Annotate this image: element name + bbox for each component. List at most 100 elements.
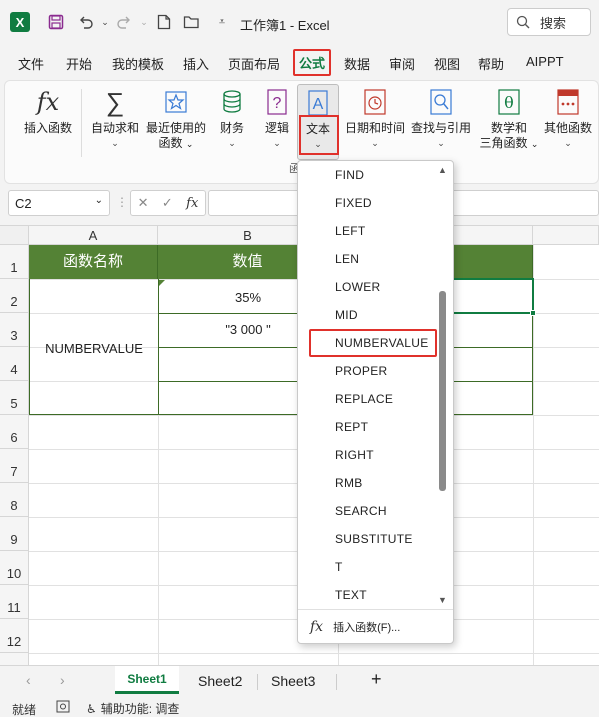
text-functions-button[interactable]: A 文本 ⌄	[297, 84, 339, 160]
row-header-8[interactable]: 8	[0, 483, 29, 517]
cell-a2-merged[interactable]: NUMBERVALUE	[30, 341, 158, 356]
row-header-2[interactable]: 2	[0, 279, 29, 313]
tab-page-layout[interactable]: 页面布局	[228, 54, 280, 73]
tab-review[interactable]: 审阅	[389, 54, 415, 73]
row-header-9[interactable]: 9	[0, 517, 29, 551]
func-replace[interactable]: REPLACE	[335, 392, 393, 406]
accessibility-label: 辅助功能: 调查	[100, 702, 180, 716]
undo-icon[interactable]	[76, 12, 96, 32]
func-proper[interactable]: PROPER	[335, 364, 387, 378]
save-icon[interactable]	[46, 12, 66, 32]
func-len[interactable]: LEN	[335, 252, 359, 266]
fill-handle[interactable]	[530, 310, 536, 316]
tab-file[interactable]: 文件	[18, 54, 44, 73]
func-substitute[interactable]: SUBSTITUTE	[335, 532, 413, 546]
func-right[interactable]: RIGHT	[335, 448, 374, 462]
datetime-button[interactable]: 日期和时间 ⌄	[341, 87, 409, 151]
column-header-a[interactable]: A	[29, 226, 158, 245]
insert-function-label: 插入函数	[23, 121, 72, 135]
sheet-tab-sheet2[interactable]: Sheet2	[198, 673, 242, 689]
open-folder-icon[interactable]	[182, 12, 202, 32]
sheet-tab-sheet3[interactable]: Sheet3	[271, 673, 315, 689]
tab-insert[interactable]: 插入	[183, 54, 209, 73]
chevron-down-icon: ⌄	[371, 138, 379, 148]
func-find[interactable]: FIND	[335, 168, 364, 182]
row-header-3[interactable]: 3	[0, 313, 29, 347]
func-t[interactable]: T	[335, 560, 343, 574]
insert-function-button[interactable]: fx 插入函数	[19, 87, 77, 136]
func-fixed[interactable]: FIXED	[335, 196, 372, 210]
row-header-10[interactable]: 10	[0, 551, 29, 585]
tab-my-templates[interactable]: 我的模板	[112, 54, 164, 73]
clock-icon	[362, 87, 388, 117]
row-header-1[interactable]: 1	[0, 245, 29, 279]
autosum-button[interactable]: ∑ 自动求和 ⌄	[87, 87, 143, 151]
text-functions-highlight	[299, 115, 339, 155]
scroll-down-icon[interactable]: ▼	[438, 595, 447, 605]
func-rmb[interactable]: RMB	[335, 476, 363, 490]
window-title: 工作簿1 - Excel	[240, 18, 330, 33]
tab-home[interactable]: 开始	[66, 54, 92, 73]
redo-icon[interactable]	[114, 12, 134, 32]
chevron-down-icon: ⌄	[228, 138, 236, 148]
tab-aippt[interactable]: AIPPT	[526, 54, 564, 69]
undo-dropdown-icon[interactable]: ⌄	[95, 12, 115, 32]
dropdown-scrollbar[interactable]	[439, 291, 446, 491]
tab-help[interactable]: 帮助	[478, 54, 504, 73]
search-box[interactable]: 搜索	[507, 8, 591, 36]
status-ready: 就绪	[12, 703, 37, 717]
tab-data[interactable]: 数据	[344, 54, 370, 73]
chevron-down-icon: ⌄	[530, 139, 539, 149]
recent-functions-button[interactable]: 最近使用的 函数 ⌄	[142, 87, 210, 152]
cell-a1[interactable]: 函数名称	[29, 245, 158, 279]
new-file-icon[interactable]	[154, 12, 174, 32]
lookup-button[interactable]: 查找与引用 ⌄	[407, 87, 475, 151]
math-button[interactable]: θ 数学和 三角函数 ⌄	[477, 87, 541, 152]
func-text[interactable]: TEXT	[335, 588, 367, 602]
other-functions-button[interactable]: 其他函数 ⌄	[539, 87, 597, 151]
row-header-11[interactable]: 11	[0, 585, 29, 619]
theta-icon: θ	[496, 87, 522, 117]
func-lower[interactable]: LOWER	[335, 280, 381, 294]
table-border	[29, 414, 533, 415]
lookup-label: 查找与引用	[410, 121, 471, 135]
next-sheet-icon[interactable]: ›	[60, 672, 65, 688]
macro-record-icon[interactable]	[56, 700, 70, 716]
math-label-1: 数学和	[490, 121, 527, 135]
func-search[interactable]: SEARCH	[335, 504, 387, 518]
row-header-6[interactable]: 6	[0, 415, 29, 449]
name-box[interactable]: C2 ⌄	[8, 190, 110, 216]
tab-formulas[interactable]: 公式	[293, 49, 332, 76]
svg-text:?: ?	[273, 95, 282, 112]
customize-toolbar-icon[interactable]: ⩡	[212, 12, 232, 32]
search-label: 搜索	[540, 15, 567, 31]
redo-dropdown-icon[interactable]: ⌄	[134, 12, 154, 32]
sheet-tab-sheet1[interactable]: Sheet1	[115, 666, 179, 694]
row-header-12[interactable]: 12	[0, 619, 29, 653]
prev-sheet-icon[interactable]: ‹	[26, 672, 31, 688]
tab-divider	[336, 674, 337, 690]
svg-text:A: A	[313, 96, 324, 113]
column-header-d[interactable]	[533, 226, 599, 245]
scroll-up-icon[interactable]: ▲	[438, 165, 447, 175]
func-numbervalue[interactable]: NUMBERVALUE	[335, 336, 429, 350]
func-mid[interactable]: MID	[335, 308, 358, 322]
insert-function-fx-icon[interactable]: fx	[186, 196, 198, 211]
enter-icon[interactable]: ✓	[162, 195, 173, 211]
cancel-icon[interactable]: ✕	[138, 195, 149, 211]
select-all-corner[interactable]	[0, 226, 29, 245]
tab-view[interactable]: 视图	[434, 54, 460, 73]
svg-text:θ: θ	[504, 93, 514, 112]
row-header-4[interactable]: 4	[0, 347, 29, 381]
insert-function-menu-item[interactable]: fx 插入函数(F)...	[310, 619, 400, 635]
other-functions-label: 其他函数	[543, 121, 592, 135]
financial-button[interactable]: 财务 ⌄	[213, 87, 251, 151]
title-bar: X ⌄ ⌄ ⩡ 工作簿1 - Excel 搜索	[0, 0, 599, 44]
accessibility-button[interactable]: ♿ 辅助功能: 调查	[86, 700, 179, 717]
logical-button[interactable]: ? 逻辑 ⌄	[259, 87, 295, 151]
func-left[interactable]: LEFT	[335, 224, 366, 238]
row-header-7[interactable]: 7	[0, 449, 29, 483]
row-header-5[interactable]: 5	[0, 381, 29, 415]
add-sheet-button[interactable]: +	[371, 669, 382, 690]
func-rept[interactable]: REPT	[335, 420, 368, 434]
